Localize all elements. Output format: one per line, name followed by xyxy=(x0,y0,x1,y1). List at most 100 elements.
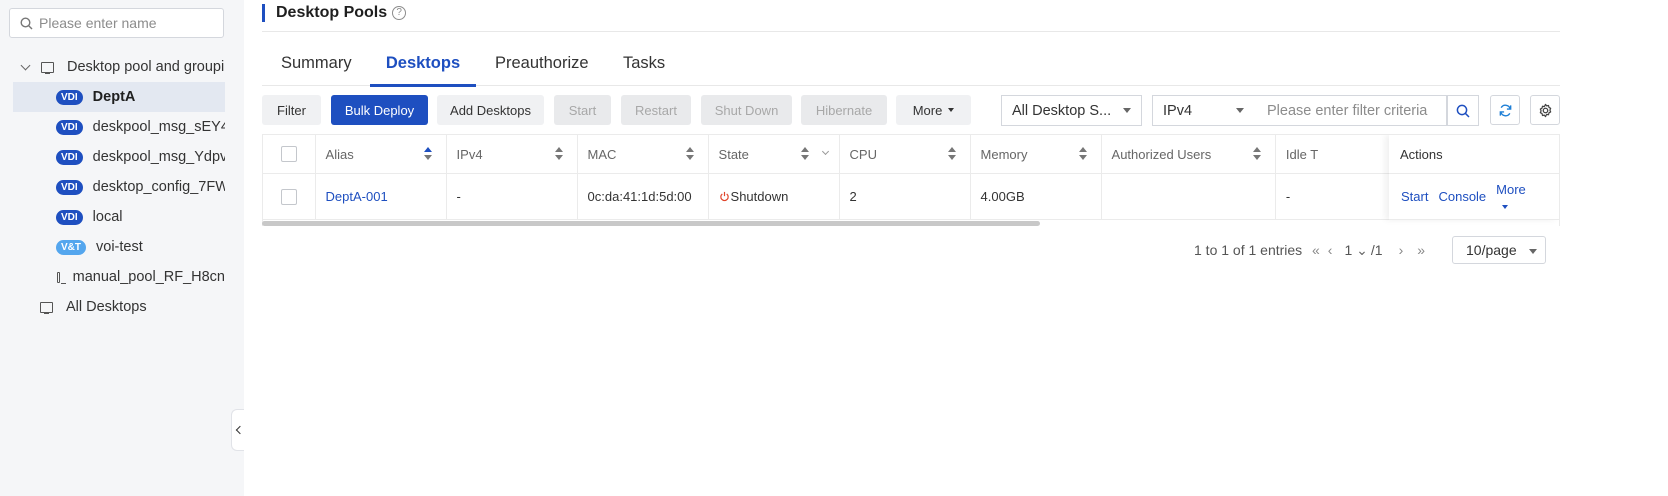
start-button[interactable]: Start xyxy=(554,95,611,125)
caret-down-icon xyxy=(1123,108,1131,113)
vdi-badge: VDI xyxy=(56,119,83,135)
tab-tasks[interactable]: Tasks xyxy=(623,44,665,86)
pagination-controls: « ‹ 1 ⌄ /1 › » xyxy=(1312,237,1425,263)
chevron-left-icon xyxy=(235,425,244,435)
page-size-select[interactable]: 10/page xyxy=(1452,236,1546,264)
col-state[interactable]: State xyxy=(709,135,840,173)
search-input[interactable] xyxy=(39,15,219,31)
power-off-icon xyxy=(719,191,729,202)
filter-button[interactable]: Filter xyxy=(262,95,321,125)
sidebar: Desktop pool and groupi VDI DeptA VDI de… xyxy=(0,0,244,496)
col-cpu[interactable]: CPU xyxy=(840,135,971,173)
tree-item-label: Desktop pool and groupi xyxy=(67,59,225,75)
filter-search-button[interactable] xyxy=(1447,95,1479,126)
desktops-table: Alias IPv4 MAC State CPU Memory Authoriz… xyxy=(262,134,1560,226)
caret-down-icon xyxy=(948,108,955,112)
col-authorized-users[interactable]: Authorized Users xyxy=(1102,135,1276,173)
more-label: More xyxy=(912,102,943,118)
pagination-summary: 1 to 1 of 1 entries xyxy=(1194,242,1303,258)
sort-icon[interactable] xyxy=(1078,147,1087,161)
tree-item-voi-test[interactable]: V&T voi-test xyxy=(0,232,225,262)
start-action-link[interactable]: Start xyxy=(1401,189,1428,204)
desktop-alias-link[interactable]: DeptA-001 xyxy=(326,189,388,204)
filter-criteria-input[interactable] xyxy=(1254,96,1446,125)
tree-item-desktop-pool-group[interactable]: Desktop pool and groupi xyxy=(0,52,225,82)
more-button[interactable]: More xyxy=(896,95,971,125)
page-size-value: 10/page xyxy=(1466,242,1517,258)
search-icon xyxy=(20,16,33,29)
tab-preauthorize[interactable]: Preauthorize xyxy=(495,44,589,86)
row-actions: Start Console More xyxy=(1389,174,1559,220)
select-all-checkbox[interactable] xyxy=(281,146,297,162)
divider xyxy=(262,31,1560,32)
col-label: State xyxy=(718,146,749,162)
bulk-deploy-button[interactable]: Bulk Deploy xyxy=(331,95,428,125)
sort-icon[interactable] xyxy=(947,147,956,161)
col-actions: Actions xyxy=(1389,135,1559,174)
settings-button[interactable] xyxy=(1530,95,1560,125)
col-label: CPU xyxy=(849,146,877,162)
tree-item-label: DeptA xyxy=(92,89,136,105)
horizontal-scrollbar[interactable] xyxy=(262,221,1040,226)
hibernate-button[interactable]: Hibernate xyxy=(801,95,887,125)
filter-criteria-field[interactable] xyxy=(1254,95,1447,126)
main-content: Desktop Pools ? Summary Desktops Preauth… xyxy=(244,0,1668,496)
cell-alias: DeptA-001 xyxy=(316,174,447,219)
table-header: Alias IPv4 MAC State CPU Memory Authoriz… xyxy=(263,135,1559,174)
sort-icon[interactable] xyxy=(554,147,563,161)
cell-ipv4: - xyxy=(447,174,578,219)
col-alias[interactable]: Alias xyxy=(316,135,447,173)
chevron-down-icon[interactable] xyxy=(20,60,31,70)
tree-item-all-desktops[interactable]: All Desktops xyxy=(0,292,225,322)
tree-item-label: deskpool_msg_sEY4 xyxy=(92,119,225,135)
page-title: Desktop Pools xyxy=(276,4,388,21)
prev-page-icon[interactable]: ‹ xyxy=(1328,242,1333,258)
first-page-icon[interactable]: « xyxy=(1312,242,1320,258)
actions-column: Actions Start Console More xyxy=(1389,135,1559,220)
current-page-select[interactable]: 1 ⌄ xyxy=(1344,242,1367,259)
sort-icon[interactable] xyxy=(1252,147,1261,161)
col-label: Idle T xyxy=(1285,146,1319,162)
tree-item-label: deskpool_msg_Ydpv xyxy=(92,149,225,165)
tab-bar: Summary Desktops Preauthorize Tasks xyxy=(262,44,1560,87)
refresh-button[interactable] xyxy=(1490,95,1520,125)
console-action-link[interactable]: Console xyxy=(1438,189,1486,204)
state-label: Shutdown xyxy=(730,189,789,204)
tree-item-label: local xyxy=(92,209,123,225)
tree-item-depta[interactable]: VDI DeptA xyxy=(13,82,225,112)
col-ipv4[interactable]: IPv4 xyxy=(447,135,578,173)
col-mac[interactable]: MAC xyxy=(578,135,709,173)
tree-item-deskpool-sey4[interactable]: VDI deskpool_msg_sEY4 xyxy=(0,112,225,142)
tree-item-label: voi-test xyxy=(96,239,143,255)
help-icon[interactable]: ? xyxy=(392,6,407,20)
filter-chevron-icon[interactable] xyxy=(821,147,829,156)
sort-icon[interactable] xyxy=(423,147,432,161)
more-action-link[interactable]: More xyxy=(1496,182,1549,212)
page-header: Desktop Pools ? xyxy=(262,3,407,23)
desktop-state-value: All Desktop S... xyxy=(1012,102,1112,119)
collapse-sidebar-button[interactable] xyxy=(231,409,244,451)
tree-item-desktop-config[interactable]: VDI desktop_config_7FW xyxy=(0,172,225,202)
last-page-icon[interactable]: » xyxy=(1417,242,1425,258)
monitor-icon xyxy=(40,301,53,314)
current-page: 1 xyxy=(1344,241,1353,258)
next-page-icon[interactable]: › xyxy=(1399,242,1404,258)
tree-item-manual-pool[interactable]: manual_pool_RF_H8cn xyxy=(0,262,225,292)
tab-summary[interactable]: Summary xyxy=(281,44,352,86)
tab-desktops[interactable]: Desktops xyxy=(370,44,476,87)
tree-item-deskpool-ydpv[interactable]: VDI deskpool_msg_Ydpv xyxy=(0,142,225,172)
caret-down-icon xyxy=(1502,204,1509,209)
col-memory[interactable]: Memory xyxy=(971,135,1102,173)
ip-type-select[interactable]: IPv4 xyxy=(1152,95,1255,126)
more-action-label: More xyxy=(1496,181,1526,197)
sort-icon[interactable] xyxy=(685,147,694,161)
tree-item-local[interactable]: VDI local xyxy=(0,202,225,232)
desktop-state-select[interactable]: All Desktop S... xyxy=(1001,95,1142,126)
sidebar-search[interactable] xyxy=(9,8,224,38)
row-checkbox[interactable] xyxy=(281,188,297,205)
add-desktops-button[interactable]: Add Desktops xyxy=(437,95,544,125)
restart-button[interactable]: Restart xyxy=(621,95,691,125)
sort-icon[interactable] xyxy=(800,147,809,161)
shut-down-button[interactable]: Shut Down xyxy=(701,95,792,125)
table-row: DeptA-001 - 0c:da:41:1d:5d:00 Shutdown 2… xyxy=(263,174,1559,220)
